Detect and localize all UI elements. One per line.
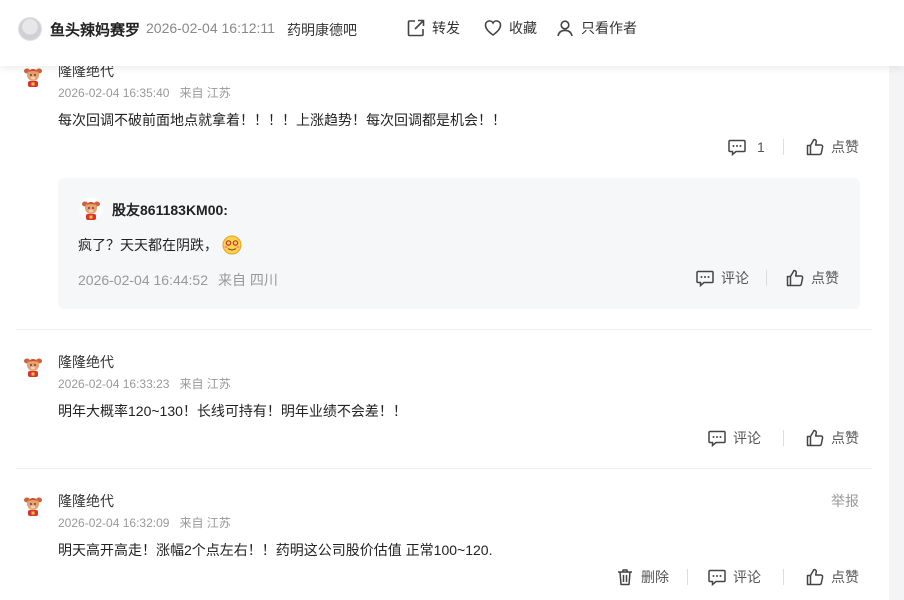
thumbs-up-icon — [805, 137, 825, 157]
dizzy-face-emoji-icon — [222, 235, 242, 255]
comment-button[interactable]: 评论 — [707, 428, 761, 448]
reply-comment-button[interactable]: 评论 — [695, 268, 749, 288]
like-label: 点赞 — [831, 139, 859, 155]
comment-time: 2026-02-04 16:33:23 — [58, 377, 170, 391]
like-button[interactable]: 点赞 — [805, 428, 859, 448]
favorite-label: 收藏 — [509, 20, 537, 36]
user-icon — [557, 20, 573, 37]
commenter-name[interactable]: 隆隆绝代 — [58, 491, 114, 511]
like-label: 点赞 — [831, 569, 859, 585]
reply-text: 疯了？天天都在阴跌， — [78, 237, 218, 253]
action-separator — [766, 270, 767, 286]
reply-time: 2026-02-04 16:44:52 — [78, 272, 208, 288]
comment-divider — [16, 468, 872, 469]
reply-meta: 2026-02-04 16:44:52 来自 四川 — [78, 270, 278, 290]
comment-icon — [695, 268, 715, 288]
comment-meta: 2026-02-04 16:35:40 来自 江苏 — [58, 84, 231, 101]
action-separator — [687, 569, 688, 585]
trash-icon — [615, 567, 635, 587]
thumbs-up-icon — [805, 428, 825, 448]
comment-divider — [16, 329, 872, 330]
commenter-name[interactable]: 隆隆绝代 — [58, 352, 114, 372]
commenter-avatar[interactable] — [21, 493, 45, 517]
favorite-button[interactable]: 收藏 — [483, 18, 537, 38]
delete-button[interactable]: 删除 — [615, 567, 669, 587]
comment-label: 评论 — [733, 430, 761, 446]
heart-icon — [484, 20, 502, 36]
post-time: 2026-02-04 16:12:11 — [146, 20, 275, 36]
author-only-label: 只看作者 — [581, 20, 637, 36]
thumbs-up-icon — [785, 268, 805, 288]
reply-avatar[interactable] — [79, 197, 103, 221]
like-button[interactable]: 点赞 — [805, 137, 859, 157]
comment-meta: 2026-02-04 16:33:23 来自 江苏 — [58, 375, 231, 392]
comment-location: 来自 江苏 — [179, 377, 231, 391]
comment-location: 来自 江苏 — [179, 516, 231, 530]
report-button[interactable]: 举报 — [831, 491, 859, 511]
like-button[interactable]: 点赞 — [805, 567, 859, 587]
author-avatar[interactable] — [18, 17, 42, 41]
comment-text: 明年大概率120~130！长线可持有！明年业绩不会差！！ — [58, 403, 407, 419]
comment-time: 2026-02-04 16:32:09 — [58, 516, 170, 530]
comment-button[interactable]: 评论 — [707, 567, 761, 587]
author-name[interactable]: 鱼头辣妈赛罗 — [50, 19, 140, 40]
reply-text-row: 疯了？天天都在阴跌， — [78, 235, 242, 255]
comment-icon — [707, 567, 727, 587]
bar-name[interactable]: 药明康德吧 — [287, 20, 357, 40]
action-separator — [783, 139, 784, 155]
share-icon — [407, 19, 425, 37]
post-header: 鱼头辣妈赛罗 2026-02-04 16:12:11 药明康德吧 转发 收藏 只… — [0, 0, 904, 66]
comment-meta: 2026-02-04 16:32:09 来自 江苏 — [58, 514, 231, 531]
comment-icon — [707, 428, 727, 448]
comment-time: 2026-02-04 16:35:40 — [58, 86, 170, 100]
like-label: 点赞 — [811, 270, 839, 286]
author-only-button[interactable]: 只看作者 — [555, 18, 637, 38]
commenter-avatar[interactable] — [21, 64, 45, 88]
thumbs-up-icon — [805, 567, 825, 587]
comment-location: 来自 江苏 — [179, 86, 231, 100]
comment-label: 评论 — [733, 569, 761, 585]
comment-text: 每次回调不破前面地点就拿着！！！！上涨趋势！每次回调都是机会！！ — [58, 112, 506, 128]
like-label: 点赞 — [831, 430, 859, 446]
commenter-avatar[interactable] — [21, 354, 45, 378]
scrollbar-track[interactable] — [889, 66, 904, 600]
reply-location: 来自 四川 — [218, 272, 278, 288]
delete-label: 删除 — [641, 569, 669, 585]
share-button[interactable]: 转发 — [406, 18, 460, 38]
reply-count: 1 — [757, 139, 765, 155]
action-separator — [783, 430, 784, 446]
comment-icon — [727, 137, 747, 157]
comment-text: 明天高开高走！涨幅2个点左右！！药明这公司股价估值 正常100~120. — [58, 542, 493, 558]
reply-count-button[interactable]: 1 — [727, 137, 765, 157]
reply-author[interactable]: 股友861183KM00: — [112, 200, 228, 220]
reply-like-button[interactable]: 点赞 — [785, 268, 839, 288]
action-separator — [783, 569, 784, 585]
comment-label: 评论 — [721, 270, 749, 286]
share-label: 转发 — [432, 20, 460, 36]
